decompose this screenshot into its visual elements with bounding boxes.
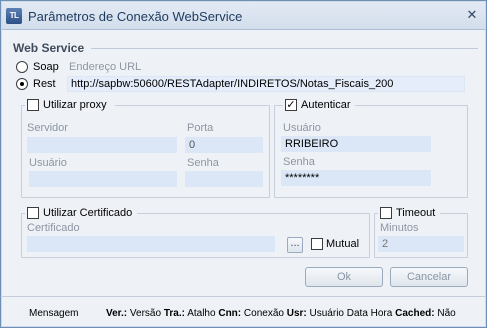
timeout-checkbox-label[interactable]: Timeout — [396, 207, 435, 219]
url-input[interactable]: http://sapbw:50600/RESTAdapter/INDIRETOS… — [67, 76, 465, 92]
status-cached-value: Não — [437, 308, 456, 319]
auth-group-header: ✓ Autenticar — [283, 98, 355, 112]
auth-checkbox-label[interactable]: Autenticar — [301, 99, 351, 111]
proxy-server-input[interactable] — [27, 137, 177, 153]
timeout-minutes-input[interactable]: 2 — [378, 236, 464, 252]
url-label: Endereço URL — [69, 61, 142, 73]
status-version: Ver.: Versão Tra.: Atalho Cnn: Conexão U… — [106, 308, 456, 319]
proxy-user-label: Usuário — [29, 157, 67, 169]
status-shortcut-value: Atalho — [187, 308, 216, 319]
rest-label[interactable]: Rest — [33, 78, 56, 90]
proxy-user-input[interactable] — [29, 171, 177, 187]
status-version-key: Ver.: — [106, 308, 128, 319]
mutual-checkbox[interactable] — [311, 238, 323, 250]
proxy-port-label: Porta — [187, 122, 214, 134]
status-bar: Mensagem Ver.: Versão Tra.: Atalho Cnn: … — [2, 296, 485, 326]
certificate-browse-button[interactable]: ... — [287, 237, 303, 253]
ok-button[interactable]: Ok — [305, 267, 383, 287]
status-connection-key: Cnn: — [218, 308, 242, 319]
auth-user-input[interactable]: RRIBEIRO — [281, 136, 431, 152]
timeout-group-header: Timeout — [378, 206, 440, 220]
certificate-checkbox-label[interactable]: Utilizar Certificado — [43, 207, 132, 219]
certificate-input[interactable] — [27, 236, 275, 252]
proxy-password-input[interactable] — [185, 171, 263, 187]
certificate-label: Certificado — [27, 222, 80, 234]
proxy-port-input[interactable]: 0 — [185, 137, 263, 153]
rest-radio[interactable] — [16, 78, 28, 90]
auth-user-label: Usuário — [283, 122, 321, 134]
status-user-key: Usr: — [286, 308, 307, 319]
status-cached-key: Cached: — [395, 308, 435, 319]
status-user-value: Usuário Data Hora — [309, 308, 393, 319]
soap-label[interactable]: Soap — [33, 61, 59, 73]
status-connection-value: Conexão — [243, 308, 284, 319]
proxy-password-label: Senha — [187, 157, 219, 169]
proxy-checkbox[interactable] — [27, 99, 39, 111]
status-shortcut-key: Tra.: — [163, 308, 185, 319]
certificate-group-header: Utilizar Certificado — [25, 206, 137, 220]
web-service-section-title: Web Service — [13, 41, 85, 55]
status-version-value: Versão — [129, 308, 162, 319]
status-message: Mensagem — [29, 308, 79, 319]
proxy-group-header: Utilizar proxy — [25, 98, 115, 112]
auth-checkbox[interactable]: ✓ — [285, 99, 297, 111]
proxy-server-label: Servidor — [27, 122, 68, 134]
close-icon[interactable]: ✕ — [463, 7, 481, 24]
auth-password-label: Senha — [283, 156, 315, 168]
title-bar[interactable]: TL Parâmetros de Conexão WebService ✕ — [2, 2, 485, 30]
section-divider — [91, 48, 478, 49]
window-title: Parâmetros de Conexão WebService — [28, 9, 243, 24]
auth-password-input[interactable]: ******** — [281, 170, 431, 186]
app-icon: TL — [6, 8, 22, 24]
dialog-window: TL Parâmetros de Conexão WebService ✕ We… — [0, 0, 487, 328]
soap-radio[interactable] — [16, 61, 28, 73]
certificate-checkbox[interactable] — [27, 207, 39, 219]
proxy-checkbox-label[interactable]: Utilizar proxy — [43, 99, 107, 111]
timeout-minutes-label: Minutos — [380, 222, 419, 234]
mutual-label[interactable]: Mutual — [326, 238, 359, 250]
cancel-button[interactable]: Cancelar — [390, 267, 468, 287]
timeout-checkbox[interactable] — [380, 207, 392, 219]
